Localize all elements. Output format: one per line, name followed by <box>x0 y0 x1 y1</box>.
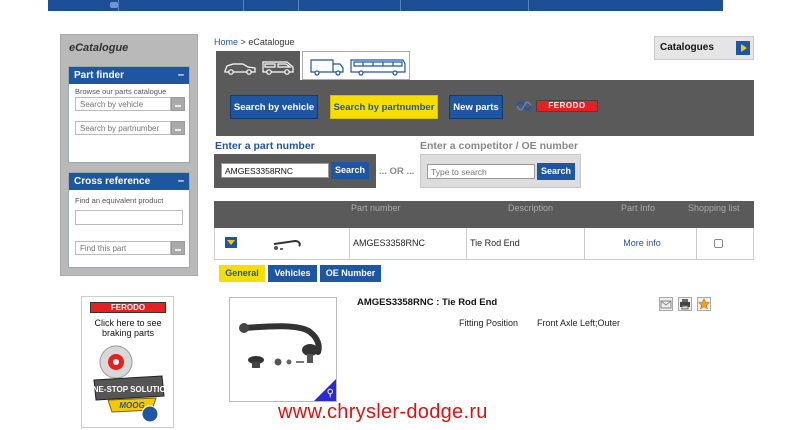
description-cell: Tie Rod End <box>467 228 585 259</box>
tab-trucks-buses[interactable] <box>302 51 410 80</box>
column-header-description: Description <box>508 203 554 213</box>
part-number-search-button[interactable]: Search <box>331 162 369 179</box>
competitor-number-label: Enter a competitor / OE number <box>420 140 579 152</box>
sidebar-title: eCatalogue <box>69 42 129 54</box>
breadcrumb-separator: > <box>240 37 246 47</box>
ferodo-promo-banner[interactable]: FERODO Click here to see braking parts O… <box>81 296 174 428</box>
nav-icon[interactable] <box>110 2 118 8</box>
cross-reference-title: Cross reference <box>74 176 151 187</box>
product-title: AMGES3358RNC : Tie Rod End <box>357 297 498 308</box>
promo-badge-text: ONE-STOP SOLUTION <box>86 385 170 394</box>
promo-moog-text: MOOG <box>119 401 144 410</box>
column-header-part-number: Part number <box>351 203 401 213</box>
part-number-label: Enter a part number <box>215 140 315 152</box>
part-number-input[interactable] <box>221 163 329 178</box>
find-this-part-button[interactable] <box>171 241 185 255</box>
catalogues-label: Catalogues <box>660 42 714 53</box>
nav-divider <box>243 0 244 11</box>
sidebar-vehicle-go-button[interactable] <box>171 97 185 111</box>
or-separator: ... OR ... <box>379 166 415 177</box>
catalogues-button[interactable]: Catalogues <box>654 36 754 60</box>
more-info-link[interactable]: More info <box>623 238 661 248</box>
table-row: AMGES3358RNC Tie Rod End More info <box>214 228 754 260</box>
find-this-part-input[interactable] <box>75 241 171 255</box>
top-navigation-bar <box>48 0 723 11</box>
tab-oe-number[interactable]: OE Number <box>320 265 381 282</box>
nav-divider <box>400 0 401 11</box>
nav-divider <box>528 0 529 11</box>
sidebar-partnumber-go-button[interactable] <box>171 121 185 135</box>
product-image[interactable]: ⚲ <box>229 297 337 402</box>
website-watermark: www.chrysler-dodge.ru <box>278 401 488 423</box>
nav-divider <box>118 0 119 11</box>
sidebar-vehicle-input[interactable] <box>75 97 171 111</box>
part-number-cell: AMGES3358RNC <box>350 228 467 259</box>
promo-text: Click here to see braking parts <box>94 318 162 338</box>
competitor-search-button[interactable]: Search <box>537 163 575 180</box>
part-finder-text: Browse our parts catalogue <box>75 87 167 96</box>
search-type-bar: Search by vehicle Search by partnumber N… <box>216 80 754 136</box>
fitting-position-label: Fitting Position <box>459 318 519 328</box>
tab-vehicles[interactable]: Vehicles <box>268 265 317 282</box>
competitor-number-input[interactable] <box>427 164 535 179</box>
part-finder-header[interactable]: Part finder – <box>69 67 189 84</box>
zoom-icon[interactable]: ⚲ <box>327 389 334 399</box>
new-parts-button[interactable]: New parts <box>449 95 503 119</box>
search-by-partnumber-button[interactable]: Search by partnumber <box>330 95 438 119</box>
collapse-icon[interactable]: – <box>178 67 184 84</box>
truck-bus-icon <box>310 59 406 76</box>
breadcrumb: Home > eCatalogue <box>214 37 294 47</box>
results-table-header: Part number Description Part Info Shoppi… <box>214 201 754 228</box>
brand-mark-icon <box>516 101 532 111</box>
column-header-part-info: Part Info <box>621 203 656 213</box>
expand-row-icon[interactable] <box>225 237 237 248</box>
competitor-search-box: Search <box>420 154 581 188</box>
part-number-search-box: Search <box>214 154 376 188</box>
cross-reference-text: Find an equivalent product <box>75 196 164 205</box>
shopping-list-checkbox[interactable] <box>714 239 723 248</box>
breadcrumb-current: eCatalogue <box>248 37 295 47</box>
arrow-right-icon <box>736 41 750 55</box>
part-finder-panel: Part finder – Browse our parts catalogue <box>68 66 190 163</box>
part-info-cell: More info <box>585 228 697 259</box>
nav-divider <box>298 0 299 11</box>
fitting-position-value: Front Axle Left;Outer <box>537 318 621 328</box>
cross-reference-header[interactable]: Cross reference – <box>69 173 189 190</box>
ferodo-logo-text: FERODO <box>536 100 598 112</box>
ecatalogue-sidebar: eCatalogue Part finder – Browse our part… <box>60 34 198 276</box>
column-header-shopping-list: Shopping list <box>688 203 740 213</box>
ferodo-brand-logo[interactable]: FERODO <box>516 98 600 114</box>
promo-ferodo-logo: FERODO <box>90 302 166 313</box>
collapse-icon[interactable]: – <box>178 173 184 190</box>
email-icon[interactable] <box>659 297 673 311</box>
car-van-icon <box>224 61 294 75</box>
cross-reference-input[interactable] <box>75 210 183 225</box>
print-icon[interactable] <box>678 297 692 311</box>
tab-cars-vans[interactable] <box>216 51 300 80</box>
tab-general[interactable]: General <box>219 265 265 282</box>
sidebar-partnumber-input[interactable] <box>75 121 171 135</box>
search-by-vehicle-button[interactable]: Search by vehicle <box>230 95 318 119</box>
cross-reference-panel: Cross reference – Find an equivalent pro… <box>68 172 190 268</box>
favourite-star-icon[interactable] <box>697 297 711 311</box>
breadcrumb-home-link[interactable]: Home <box>214 37 238 47</box>
row-expand-cell <box>215 228 350 259</box>
part-finder-title: Part finder <box>74 70 125 81</box>
tie-rod-thumbnail <box>273 239 301 250</box>
one-stop-solution-badge: ONE-STOP SOLUTION MOOG <box>86 345 170 423</box>
